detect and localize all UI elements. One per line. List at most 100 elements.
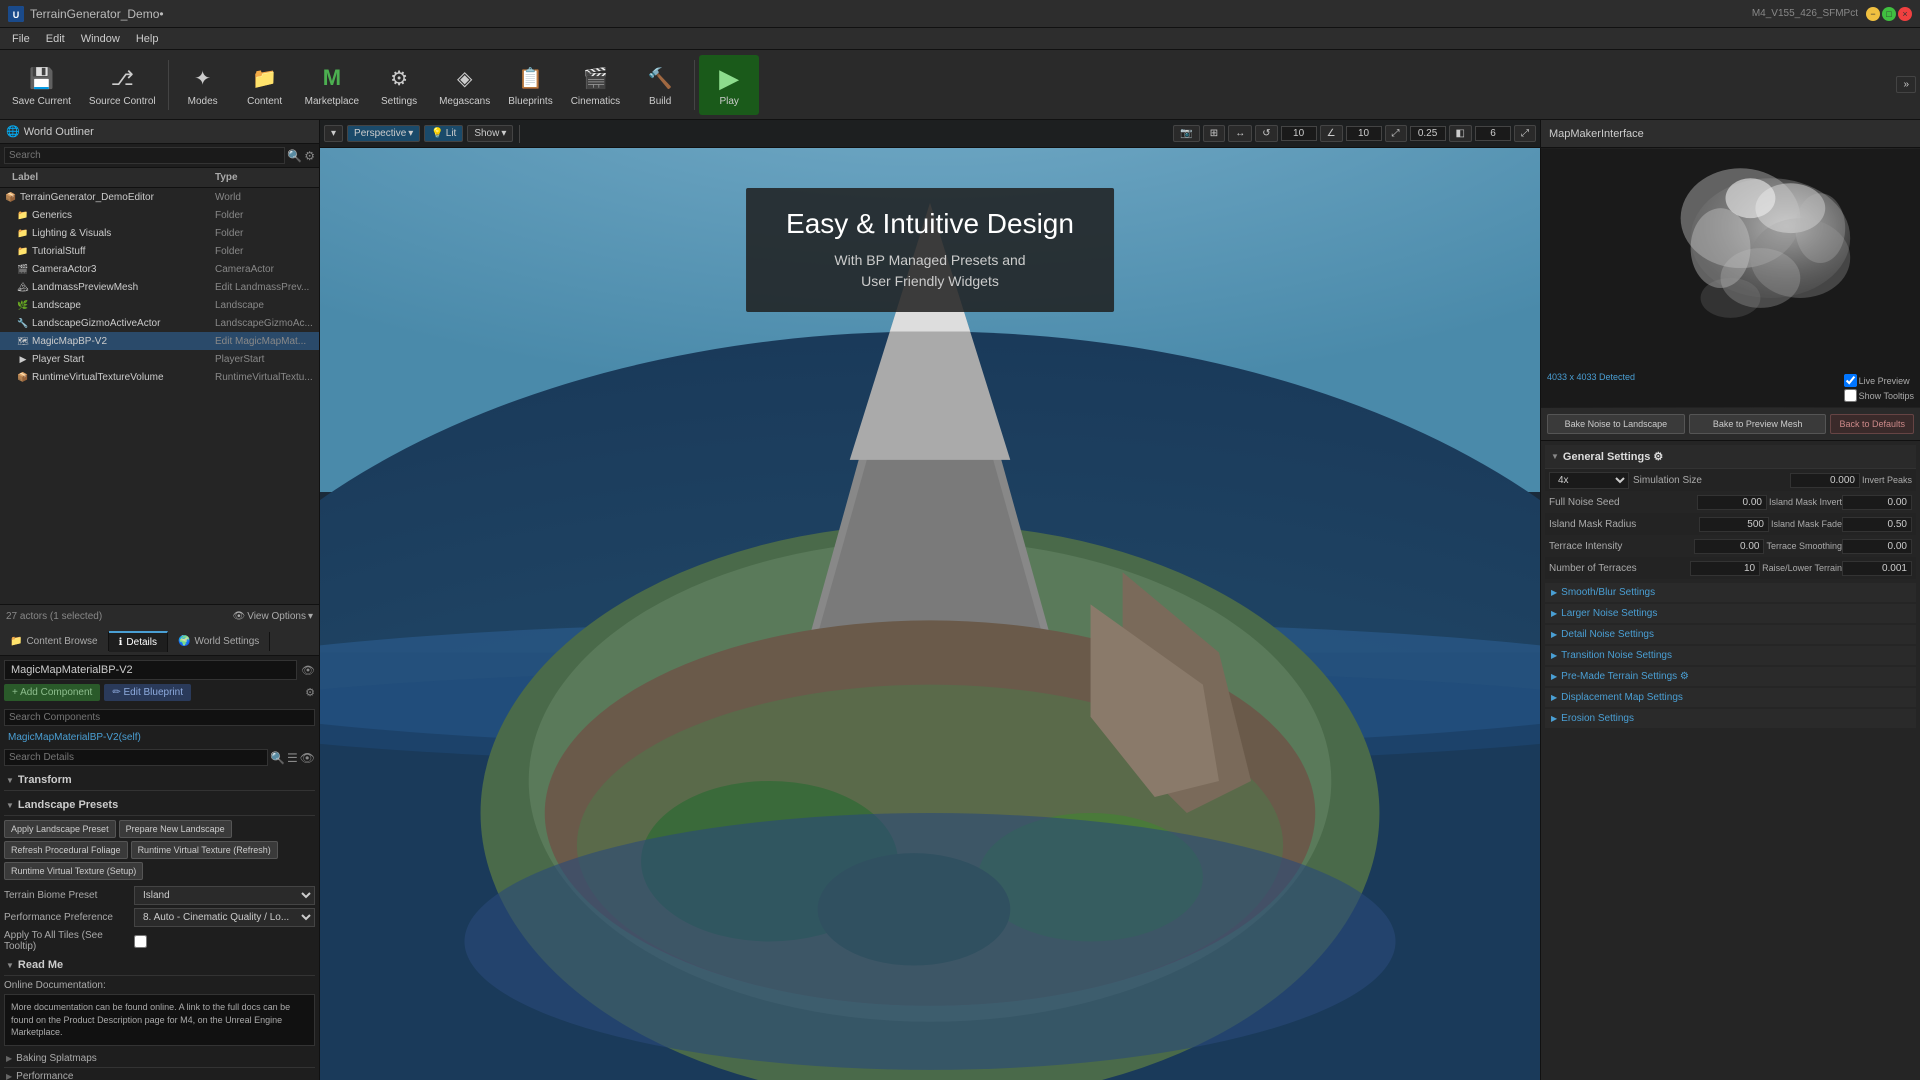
- tab-world-settings[interactable]: 🌍 World Settings: [168, 632, 270, 651]
- landscape-presets-section[interactable]: Landscape Presets: [4, 795, 315, 816]
- search-detail-icon[interactable]: 🔍: [270, 751, 285, 765]
- minimize-button[interactable]: −: [1866, 7, 1880, 21]
- toolbar-modes[interactable]: ✦ Modes: [173, 55, 233, 115]
- island-mask-radius-input[interactable]: [1699, 517, 1769, 532]
- toolbar-play[interactable]: ▶ Play: [699, 55, 759, 115]
- settings-filter-icon[interactable]: ⚙: [304, 149, 315, 163]
- refresh-procedural-foliage-btn[interactable]: Refresh Procedural Foliage: [4, 841, 128, 859]
- bake-preview-btn[interactable]: Bake to Preview Mesh: [1689, 414, 1827, 434]
- terrace-intensity-input[interactable]: [1694, 539, 1764, 554]
- lit-btn[interactable]: 💡 Lit: [424, 125, 463, 142]
- live-preview-label[interactable]: Live Preview: [1844, 374, 1914, 387]
- bp-eye-icon[interactable]: 👁: [301, 664, 315, 677]
- raise-lower-input[interactable]: [1842, 561, 1912, 576]
- outliner-row[interactable]: 🌿 Landscape Landscape: [0, 296, 319, 314]
- baking-splatmaps-section[interactable]: Baking Splatmaps: [4, 1050, 315, 1068]
- terrain-biome-select[interactable]: Island Desert Arctic: [134, 886, 315, 905]
- apply-landscape-preset-btn[interactable]: Apply Landscape Preset: [4, 820, 116, 838]
- toolbar-build[interactable]: 🔨 Build: [630, 55, 690, 115]
- island-mask-fade-input[interactable]: [1842, 517, 1912, 532]
- layer-icon-btn[interactable]: ◧: [1449, 125, 1472, 142]
- general-settings-header[interactable]: ▼ General Settings ⚙: [1545, 445, 1916, 469]
- full-noise-seed-input[interactable]: [1697, 495, 1767, 510]
- apply-all-checkbox[interactable]: [134, 935, 147, 948]
- menu-edit[interactable]: Edit: [38, 31, 73, 47]
- toolbar-save-current[interactable]: 💾 Save Current: [4, 55, 79, 115]
- search-details-input[interactable]: [4, 749, 268, 766]
- outliner-row[interactable]: 📁 Generics Folder: [0, 206, 319, 224]
- toolbar-cinematics[interactable]: 🎬 Cinematics: [563, 55, 628, 115]
- eye-detail-icon[interactable]: 👁: [300, 751, 315, 765]
- scale-input[interactable]: [1410, 126, 1446, 141]
- outliner-row[interactable]: 🎬 CameraActor3 CameraActor: [0, 260, 319, 278]
- outliner-row[interactable]: 🔧 LandscapeGizmoActiveActor LandscapeGiz…: [0, 314, 319, 332]
- readme-section[interactable]: Read Me: [4, 955, 315, 976]
- outliner-row[interactable]: 📦 RuntimeVirtualTextureVolume RuntimeVir…: [0, 368, 319, 386]
- show-btn[interactable]: Show ▾: [467, 125, 513, 142]
- move-icon-btn[interactable]: ↔: [1228, 125, 1252, 142]
- larger-noise-section[interactable]: ▶ Larger Noise Settings: [1545, 604, 1916, 623]
- search-components-input[interactable]: [4, 709, 315, 726]
- simulation-size-select[interactable]: 4x2x1x: [1549, 472, 1629, 489]
- angle-input[interactable]: [1346, 126, 1382, 141]
- show-tooltips-checkbox[interactable]: [1844, 389, 1857, 402]
- angle-icon-btn[interactable]: ∠: [1320, 125, 1343, 142]
- simulation-size-input[interactable]: [1790, 473, 1860, 488]
- prepare-new-landscape-btn[interactable]: Prepare New Landscape: [119, 820, 232, 838]
- view-options-btn[interactable]: 👁 View Options ▾: [233, 611, 313, 622]
- search-icon[interactable]: 🔍: [287, 149, 302, 163]
- erosion-section[interactable]: ▶ Erosion Settings: [1545, 709, 1916, 728]
- island-mask-invert-input[interactable]: [1842, 495, 1912, 510]
- close-button[interactable]: ×: [1898, 7, 1912, 21]
- viewport-dropdown-btn[interactable]: ▾: [324, 125, 343, 142]
- runtime-virtual-texture-refresh-btn[interactable]: Runtime Virtual Texture (Refresh): [131, 841, 278, 859]
- toolbar-settings[interactable]: ⚙ Settings: [369, 55, 429, 115]
- outliner-row[interactable]: 📦 TerrainGenerator_DemoEditor World: [0, 188, 319, 206]
- show-tooltips-label[interactable]: Show Tooltips: [1844, 389, 1914, 402]
- layer-input[interactable]: [1475, 126, 1511, 141]
- outliner-row[interactable]: 🏔 LandmassPreviewMesh Edit LandmassPrev.…: [0, 278, 319, 296]
- toolbar-expand-btn[interactable]: »: [1896, 76, 1916, 93]
- smooth-blur-section[interactable]: ▶ Smooth/Blur Settings: [1545, 583, 1916, 602]
- transition-noise-section[interactable]: ▶ Transition Noise Settings: [1545, 646, 1916, 665]
- scale-icon-btn[interactable]: ⤢: [1385, 125, 1407, 142]
- component-settings-icon[interactable]: ⚙: [305, 686, 315, 699]
- maximize-viewport-btn[interactable]: ⤢: [1514, 125, 1536, 142]
- tab-details[interactable]: ℹ Details: [109, 631, 168, 652]
- camera-icon-btn[interactable]: 📷: [1173, 125, 1199, 142]
- back-defaults-btn[interactable]: Back to Defaults: [1830, 414, 1914, 434]
- rotate-icon-btn[interactable]: ↺: [1255, 125, 1277, 142]
- tab-content-browse[interactable]: 📁 Content Browse: [0, 632, 109, 651]
- performance-bottom-section[interactable]: Performance: [4, 1068, 315, 1080]
- grid-size-input[interactable]: [1281, 126, 1317, 141]
- outliner-row[interactable]: 🗺 MagicMapBP-V2 Edit MagicMapMat...: [0, 332, 319, 350]
- outliner-row[interactable]: 📁 Lighting & Visuals Folder: [0, 224, 319, 242]
- grid-icon-btn[interactable]: ⊞: [1203, 125, 1225, 142]
- menu-file[interactable]: File: [4, 31, 38, 47]
- premade-terrain-section[interactable]: ▶ Pre-Made Terrain Settings ⚙: [1545, 667, 1916, 686]
- transform-section[interactable]: Transform: [4, 770, 315, 791]
- displacement-map-section[interactable]: ▶ Displacement Map Settings: [1545, 688, 1916, 707]
- terrace-smoothing-input[interactable]: [1842, 539, 1912, 554]
- bp-name-input[interactable]: [4, 660, 297, 680]
- bake-noise-btn[interactable]: Bake Noise to Landscape: [1547, 414, 1685, 434]
- performance-select[interactable]: 8. Auto - Cinematic Quality / Lo... 1. L…: [134, 908, 315, 927]
- outliner-row[interactable]: 📁 TutorialStuff Folder: [0, 242, 319, 260]
- toolbar-marketplace[interactable]: M Marketplace: [297, 55, 367, 115]
- detail-noise-section[interactable]: ▶ Detail Noise Settings: [1545, 625, 1916, 644]
- number-terraces-input[interactable]: [1690, 561, 1760, 576]
- toolbar-source-control[interactable]: ⎇ Source Control: [81, 55, 164, 115]
- menu-help[interactable]: Help: [128, 31, 167, 47]
- maximize-button[interactable]: □: [1882, 7, 1896, 21]
- outliner-row[interactable]: ▶ Player Start PlayerStart: [0, 350, 319, 368]
- perspective-btn[interactable]: Perspective ▾: [347, 125, 420, 142]
- add-component-button[interactable]: + Add Component: [4, 684, 100, 701]
- list-view-icon[interactable]: ☰: [287, 751, 298, 765]
- toolbar-blueprints[interactable]: 📋 Blueprints: [500, 55, 560, 115]
- menu-window[interactable]: Window: [73, 31, 128, 47]
- outliner-search-input[interactable]: [4, 147, 285, 164]
- toolbar-content[interactable]: 📁 Content: [235, 55, 295, 115]
- toolbar-megascans[interactable]: ◈ Megascans: [431, 55, 498, 115]
- runtime-virtual-texture-setup-btn[interactable]: Runtime Virtual Texture (Setup): [4, 862, 143, 880]
- edit-blueprint-button[interactable]: ✏ Edit Blueprint: [104, 684, 191, 701]
